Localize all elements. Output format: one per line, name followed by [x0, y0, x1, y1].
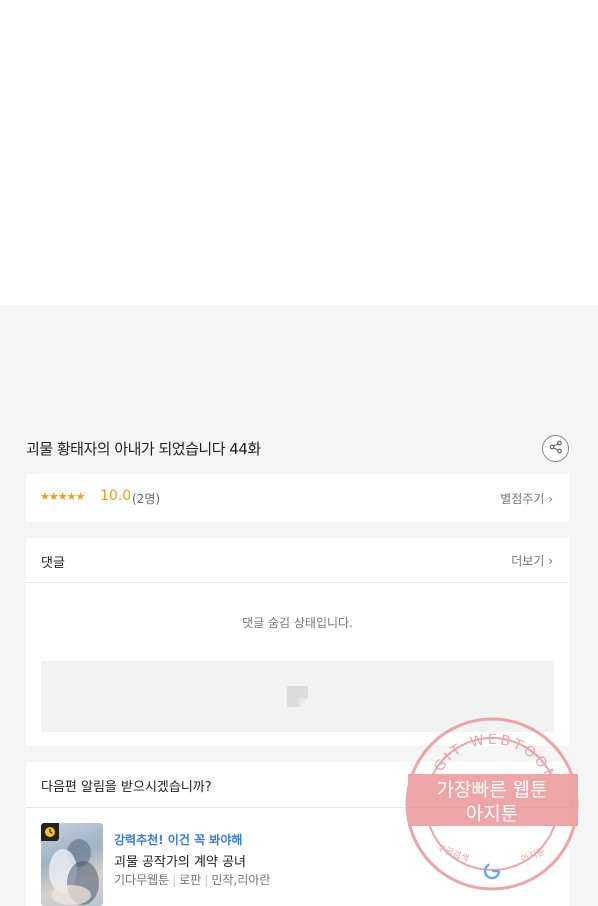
comment-card: 댓글 더보기 › 댓글 숨김 상태입니다. — [26, 538, 569, 746]
watermark-bottom-right: 아지툰 — [520, 846, 547, 865]
viewer-blank-area — [0, 0, 598, 305]
comment-title: 댓글 — [41, 556, 65, 571]
google-icon — [483, 862, 501, 880]
rate-button[interactable]: 별점주기 › — [500, 490, 553, 507]
comment-header: 댓글 더보기 › — [26, 538, 569, 583]
recommendation-meta: 기다무웹툰 | 로판 | 민작,리아란 — [114, 873, 271, 887]
rating-score: 10.0 — [100, 488, 132, 504]
recommendation-thumbnail[interactable] — [41, 823, 103, 906]
recommendation-platform: 기다무웹툰 — [114, 873, 170, 887]
notify-title: 다음편 알림을 받으시겠습니까? — [41, 780, 212, 795]
rating-stars: ★★★★★ — [40, 490, 85, 503]
recommendation-authors: 민작,리아란 — [211, 873, 271, 887]
rating-card: ★★★★★ 10.0 (2명) 별점주기 › — [26, 474, 569, 522]
share-icon — [549, 439, 563, 458]
comment-hidden-message: 댓글 숨김 상태입니다. — [242, 616, 353, 630]
watermark-line1: 가장빠른 웹툰 — [437, 779, 548, 801]
recommendation-title[interactable]: 괴물 공작가의 계약 공녀 — [114, 851, 246, 870]
recommendation-genre: 로판 — [179, 873, 202, 887]
comment-more-link[interactable]: 더보기 › — [511, 552, 553, 569]
watermark-bottom-left: 구글검색 — [435, 842, 470, 865]
image-placeholder-icon — [287, 686, 308, 711]
watermark-line2: 아지툰 — [466, 803, 518, 825]
share-button[interactable] — [542, 435, 569, 462]
rating-count: (2명) — [132, 492, 161, 506]
clock-icon — [41, 823, 59, 841]
episode-title: 괴물 황태자의 아내가 되었습니다 44화 — [26, 440, 261, 458]
watermark-stamp: AGIT WEBTOON 가장빠른 웹툰 아지툰 구글검색 아지툰 — [404, 716, 580, 892]
recommendation-label: 강력추천! 이건 꼭 봐야해 — [114, 833, 243, 847]
